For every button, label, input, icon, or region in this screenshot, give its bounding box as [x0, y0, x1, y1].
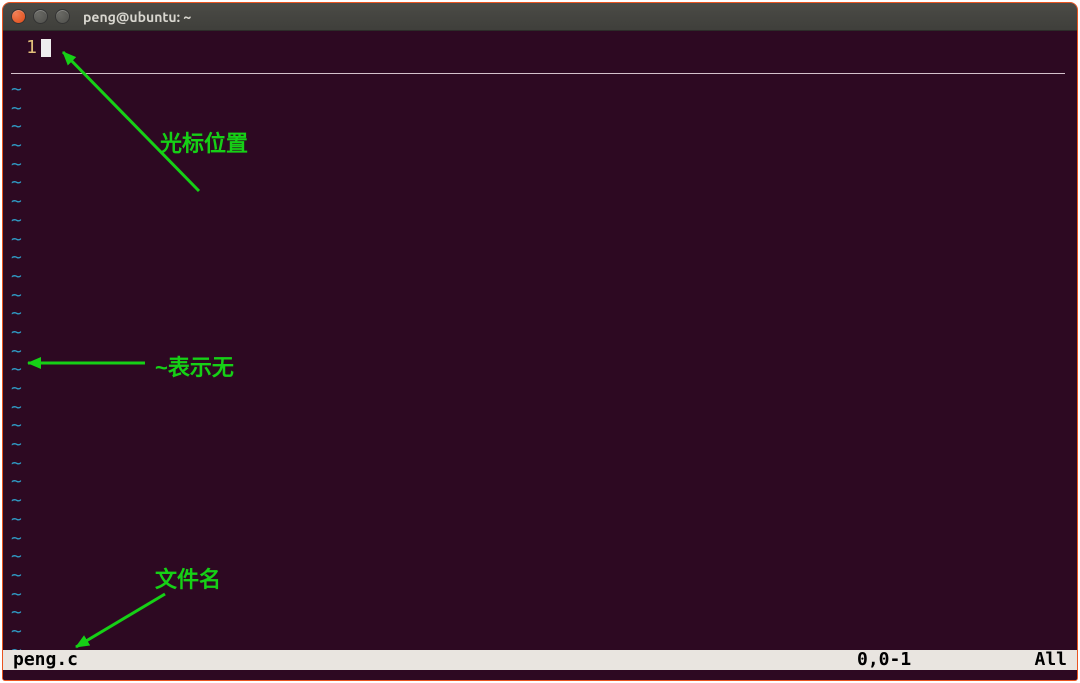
tilde-marker: ~ [11, 81, 22, 100]
window-title: peng@ubuntu: ~ [83, 9, 191, 25]
line-number: 1 [3, 39, 41, 57]
tilde-column: ~~~~~~~~~~~~~~~~~~~~~~~~~~~~~~~ [11, 81, 22, 660]
minimize-icon[interactable] [33, 9, 48, 24]
tilde-marker: ~ [11, 212, 22, 231]
cursor-block [41, 39, 51, 57]
editor-line-1[interactable]: 1 [3, 39, 1077, 57]
terminal-body[interactable]: 1 ~~~~~~~~~~~~~~~~~~~~~~~~~~~~~~~ peng.c… [3, 31, 1077, 680]
status-position: 0,0-1 [857, 651, 1007, 669]
maximize-icon[interactable] [55, 9, 70, 24]
status-filename: peng.c [13, 651, 78, 669]
tilde-marker: ~ [11, 623, 22, 642]
tilde-marker: ~ [11, 193, 22, 212]
tilde-marker: ~ [11, 511, 22, 530]
command-line[interactable] [3, 670, 1077, 680]
tilde-marker: ~ [11, 324, 22, 343]
tilde-marker: ~ [11, 567, 22, 586]
close-icon[interactable] [11, 9, 26, 24]
titlebar: peng@ubuntu: ~ [3, 3, 1077, 31]
status-bar: peng.c 0,0-1 All [3, 650, 1077, 670]
tilde-marker: ~ [11, 380, 22, 399]
tilde-marker: ~ [11, 436, 22, 455]
status-scroll: All [1007, 651, 1067, 669]
cursorline-underline [11, 73, 1065, 74]
tilde-marker: ~ [11, 492, 22, 511]
tilde-marker: ~ [11, 268, 22, 287]
tilde-marker: ~ [11, 137, 22, 156]
terminal-window: peng@ubuntu: ~ 1 ~~~~~~~~~~~~~~~~~~~~~~~… [2, 2, 1078, 681]
